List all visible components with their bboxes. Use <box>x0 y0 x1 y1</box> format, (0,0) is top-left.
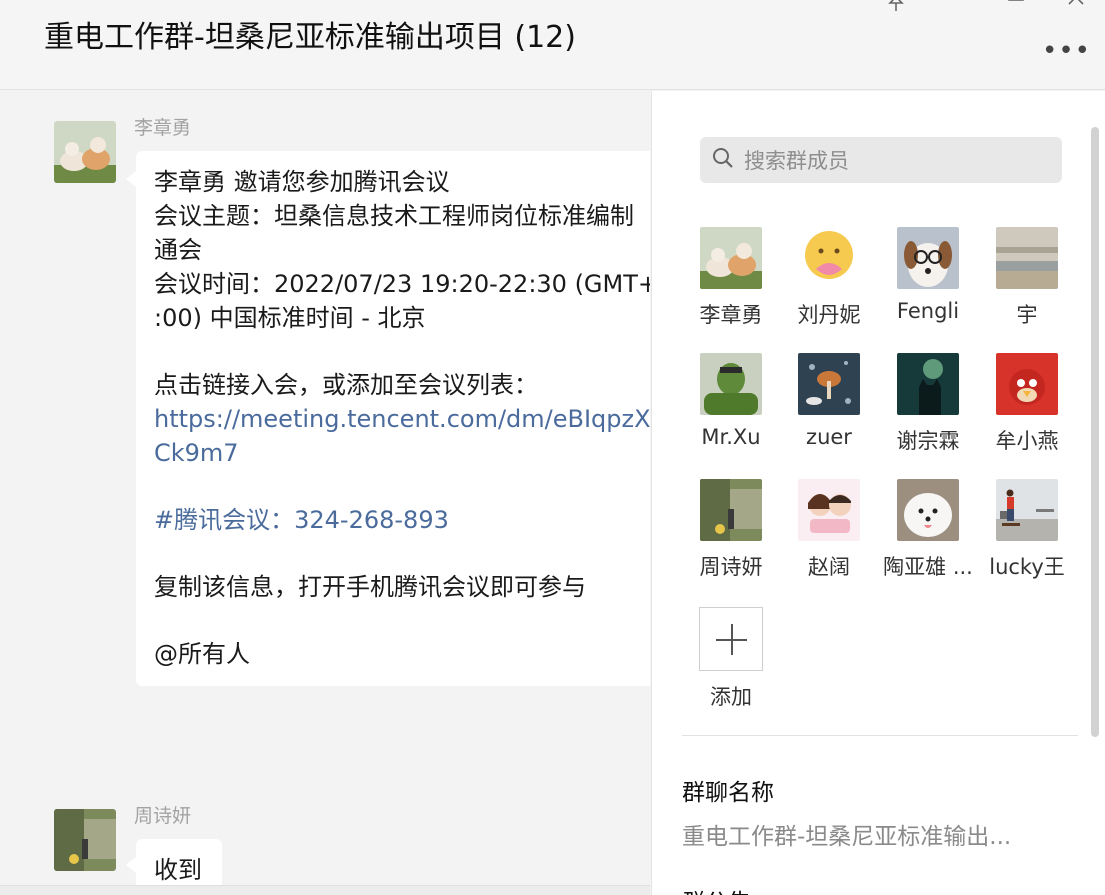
sender-avatar[interactable] <box>54 121 116 183</box>
member-item[interactable]: zuer <box>784 353 874 449</box>
member-item[interactable]: 赵阔 <box>784 479 874 581</box>
member-name: 刘丹妮 <box>797 303 861 327</box>
member-name: 宇 <box>1016 303 1038 327</box>
member-name: 赵阔 <box>808 555 850 579</box>
hulk-avatar <box>700 353 762 415</box>
chat-messages-area[interactable]: 李章勇 李章勇 邀请您参加腾讯会议 会议主题：坦桑信息技术工程师岗位标准编制 通… <box>0 91 650 895</box>
message-line: 复制该信息，打开手机腾讯会议即可参与 <box>154 573 586 601</box>
skateboard-avatar <box>996 479 1058 541</box>
member-name: 李章勇 <box>699 303 763 327</box>
panel-scrollbar[interactable] <box>1091 127 1099 737</box>
emoji-avatar <box>798 227 860 289</box>
forest-avatar <box>700 479 762 541</box>
member-item[interactable]: 刘丹妮 <box>784 227 874 329</box>
chat-title: 重电工作群-坦桑尼亚标准输出项目 (12) <box>44 20 576 55</box>
group-info-panel: 搜索群成员 李章勇 刘丹妮 Fengli 宇 Mr.Xu zuer 谢宗霖 牟小… <box>651 91 1105 895</box>
message-bubble[interactable]: 李章勇 邀请您参加腾讯会议 会议主题：坦桑信息技术工程师岗位标准编制 通会 会议… <box>136 151 650 686</box>
group-name-value[interactable]: 重电工作群-坦桑尼亚标准输出... <box>682 817 1011 851</box>
add-member-label: 添加 <box>710 685 752 709</box>
member-name: Fengli <box>896 299 960 323</box>
message-line: 李章勇 邀请您参加腾讯会议 <box>154 168 450 196</box>
member-search-input[interactable]: 搜索群成员 <box>700 137 1062 183</box>
message-line: 点击链接入会，或添加至会议列表： <box>154 371 538 399</box>
sender-avatar[interactable] <box>54 809 116 871</box>
chat-header: 重电工作群-坦桑尼亚标准输出项目 (12) ••• <box>0 0 1105 90</box>
bubble-tail <box>126 857 136 873</box>
cats-avatar <box>700 227 762 289</box>
member-name: lucky王 <box>989 555 1065 579</box>
minimize-icon[interactable] <box>944 0 968 15</box>
member-item[interactable]: 牟小燕 <box>982 353 1072 455</box>
member-item[interactable]: 周诗妍 <box>686 479 776 581</box>
search-icon <box>713 148 733 168</box>
meeting-link[interactable]: https://meeting.tencent.com/dm/eBIqpzXXX <box>154 402 650 436</box>
cat-silhouette-avatar <box>897 353 959 415</box>
member-name: zuer <box>806 425 852 449</box>
message-line: 会议时间：2022/07/23 19:20-22:30 (GMT+08 <box>154 270 650 298</box>
message-line: 收到 <box>154 856 202 884</box>
message-line: 会议主题：坦桑信息技术工程师岗位标准编制 <box>154 202 634 230</box>
sender-name: 李章勇 <box>134 117 192 139</box>
message-line: :00) 中国标准时间 - 北京 <box>154 304 426 332</box>
close-icon[interactable] <box>1064 0 1088 15</box>
member-item[interactable]: 谢宗霖 <box>883 353 973 455</box>
plus-icon <box>699 607 763 671</box>
meeting-link-continued[interactable]: Ck9m7 <box>154 436 650 470</box>
couple-cartoon-avatar <box>798 479 860 541</box>
member-name: 谢宗霖 <box>896 429 960 453</box>
angry-bird-avatar <box>996 353 1058 415</box>
add-member-button[interactable]: 添加 <box>686 607 776 711</box>
maximize-icon[interactable] <box>1004 0 1028 15</box>
mushroom-avatar <box>798 353 860 415</box>
mention-all: @所有人 <box>154 640 250 668</box>
dog-glasses-avatar <box>897 227 959 289</box>
member-item[interactable]: 李章勇 <box>686 227 776 329</box>
member-item[interactable]: 陶亚雄 ... <box>883 479 973 581</box>
member-name: 陶亚雄 ... <box>883 555 973 579</box>
message-line: 通会 <box>154 236 202 264</box>
member-name: Mr.Xu <box>701 425 761 449</box>
more-options-button[interactable]: ••• <box>1042 36 1091 66</box>
pin-icon[interactable] <box>884 0 908 17</box>
input-area-border <box>0 885 650 895</box>
member-item[interactable]: 宇 <box>982 227 1072 329</box>
member-name: 牟小燕 <box>995 429 1059 453</box>
white-dog-avatar <box>897 479 959 541</box>
meeting-id-link[interactable]: #腾讯会议：324-268-893 <box>154 503 650 537</box>
section-divider <box>682 735 1078 736</box>
group-name-title: 群聊名称 <box>682 780 774 806</box>
member-item[interactable]: Mr.Xu <box>686 353 776 449</box>
member-item[interactable]: Fengli <box>883 227 973 323</box>
search-placeholder: 搜索群成员 <box>744 149 849 173</box>
bubble-tail <box>126 171 136 187</box>
member-name: 周诗妍 <box>699 555 763 579</box>
beach-avatar <box>996 227 1058 289</box>
sender-name: 周诗妍 <box>134 805 192 827</box>
member-item[interactable]: lucky王 <box>982 479 1072 581</box>
group-announcement-title: 群公告 <box>682 883 751 895</box>
